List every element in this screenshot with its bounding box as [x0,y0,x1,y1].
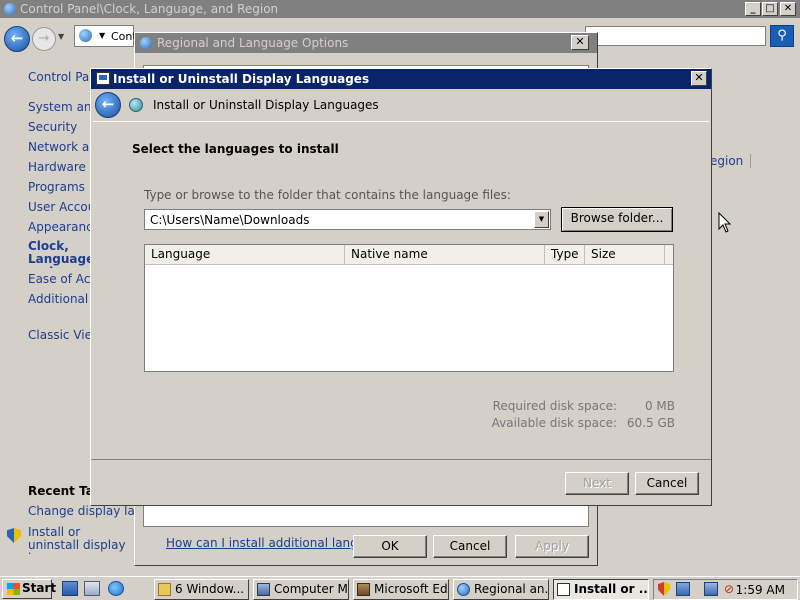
required-disk-space-value: 0 MB [644,399,675,413]
install-dialog-title: Install or Uninstall Display Languages [113,72,370,86]
taskbar-item-label: Computer M... [274,582,348,596]
back-arrow-icon[interactable]: ← [4,26,30,52]
taskbar-item-label: 6 Window... [175,582,245,596]
sidebar-item-user-accounts[interactable]: User Accounts [28,200,90,214]
computer-management-icon [257,583,270,596]
control-panel-icon [4,3,16,15]
available-disk-space-value: 60.5 GB [626,416,675,430]
volume-muted-icon[interactable]: ⊘ [722,582,736,596]
flag-icon [557,583,570,596]
sidebar-home-link[interactable]: Control Panel Home [28,70,90,84]
network-icon[interactable] [676,582,690,596]
install-dialog-titlebar: Install or Uninstall Display Languages ✕ [91,69,711,89]
regional-dialog-title: Regional and Language Options [157,36,349,50]
recent-pages-chevron-icon[interactable]: ▼ [58,32,64,41]
sidebar-item-hardware[interactable]: Hardware and Sound [28,160,90,174]
chevron-down-icon[interactable]: ▼ [534,211,549,228]
folder-icon [158,583,171,596]
taskbar-item-label: Install or ... [574,582,649,596]
search-input[interactable] [585,26,766,46]
cancel-button[interactable]: Cancel [433,535,507,558]
internet-explorer-icon[interactable] [108,581,124,596]
chevron-down-icon[interactable]: ▼ [99,31,105,40]
install-dialog-close-button[interactable]: ✕ [691,71,707,86]
page-heading: Select the languages to install [132,142,339,156]
install-cancel-button[interactable]: Cancel [635,472,699,495]
start-button[interactable]: Start [2,579,56,599]
taskbar-item-regional[interactable]: Regional an... [453,579,549,600]
taskbar-item-label: Microsoft Ed... [374,582,448,596]
regional-dialog-close-button[interactable]: ✕ [571,35,589,50]
minimize-button[interactable]: _ [745,2,761,16]
show-desktop-icon[interactable] [62,581,78,596]
flag-icon [96,72,110,85]
windows-logo-icon [7,583,20,595]
taskbar-item-install-languages[interactable]: Install or ... [553,579,649,600]
control-panel-icon [79,29,92,42]
sidebar-item-clock-language-region[interactable]: Clock, Language, and Region [28,240,90,268]
recent-task-install-uninstall-languages[interactable]: Install or uninstall display languages [28,526,134,554]
microsoft-edge-icon [357,583,370,596]
column-header-size[interactable]: Size [585,245,665,265]
column-header-type[interactable]: Type [545,245,585,265]
sidebar-item-additional-options[interactable]: Additional Options [28,292,90,306]
window-title: Control Panel\Clock, Language, and Regio… [20,2,279,16]
clock[interactable]: 1:59 AM [736,583,785,597]
system-tray: ⊘ 1:59 AM [653,579,798,600]
browse-folder-button[interactable]: Browse folder... [561,207,673,232]
folder-path-label: Type or browse to the folder that contai… [144,188,511,202]
install-uninstall-languages-dialog: Install or Uninstall Display Languages ✕… [90,68,712,506]
globe-icon [129,98,143,112]
taskbar-item-windows[interactable]: 6 Window... [154,579,249,600]
language-list[interactable]: Language Native name Type Size [144,244,674,372]
start-label: Start [22,581,57,595]
sidebar-item-network[interactable]: Network and Internet [28,140,90,154]
next-button[interactable]: Next [565,472,629,495]
address-text: Cont [111,30,137,43]
recent-tasks-heading: Recent Tasks [28,484,90,498]
install-dialog-footer: Next Cancel [91,459,711,505]
link-separator [750,154,751,168]
apply-button[interactable]: Apply [515,535,589,558]
taskbar-item-microsoft-edge[interactable]: Microsoft Ed... [353,579,449,600]
sidebar-item-programs[interactable]: Programs [28,180,90,194]
address-bar[interactable]: ▼ Cont [74,25,137,47]
column-header-filler [665,245,673,265]
taskbar-item-computer-management[interactable]: Computer M... [253,579,349,600]
regional-dialog-titlebar: Regional and Language Options ✕ [135,33,597,53]
mouse-pointer-icon [718,212,732,233]
folder-path-value: C:\Users\Name\Downloads [150,213,310,227]
sidebar-item-ease-of-access[interactable]: Ease of Access [28,272,90,286]
classic-view-link[interactable]: Classic View [28,328,90,342]
column-header-language[interactable]: Language [145,245,345,265]
column-header-native-name[interactable]: Native name [345,245,545,265]
search-icon[interactable]: ⚲ [770,25,794,47]
globe-icon [457,583,470,596]
wizard-title: Install or Uninstall Display Languages [153,98,379,112]
required-disk-space-label: Required disk space: [492,399,617,413]
region-link[interactable]: egion [710,154,743,168]
close-button[interactable]: ✕ [780,2,796,16]
install-dialog-body: Select the languages to install Type or … [93,121,709,456]
network-status-icon[interactable] [704,582,718,596]
back-arrow-icon[interactable]: ← [95,92,121,118]
ok-button[interactable]: OK [353,535,427,558]
sidebar-item-system[interactable]: System and Maintenance [28,100,90,114]
sidebar-item-security[interactable]: Security [28,120,90,134]
switch-windows-icon[interactable] [84,581,100,596]
control-panel-titlebar: Control Panel\Clock, Language, and Regio… [0,0,800,18]
forward-arrow-icon[interactable]: → [32,27,56,51]
available-disk-space-label: Available disk space: [491,416,617,430]
taskbar-item-label: Regional an... [474,582,549,596]
sidebar-item-appearance[interactable]: Appearance and Personalization [28,220,90,234]
recent-task-change-display-language[interactable]: Change display language [28,504,134,518]
security-shield-icon[interactable] [658,582,670,596]
install-dialog-header: ← Install or Uninstall Display Languages [91,89,711,121]
globe-icon [140,37,152,49]
folder-path-combobox[interactable]: C:\Users\Name\Downloads ▼ [144,209,551,230]
taskbar: Start 6 Window... Computer M... Microsof… [0,576,800,600]
maximize-button[interactable]: □ [762,2,778,16]
